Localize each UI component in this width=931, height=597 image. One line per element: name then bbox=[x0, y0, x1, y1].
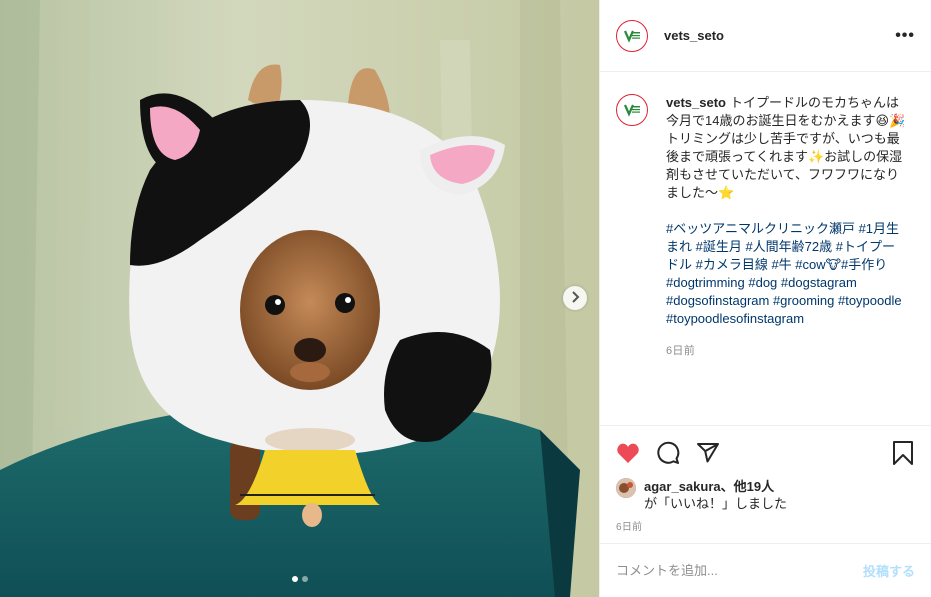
post-comment-button[interactable]: 投稿する bbox=[863, 561, 915, 580]
liker-avatar[interactable] bbox=[616, 478, 636, 498]
caption-area: vets_seto トイプードルのモカちゃんは今月で14歳のお誕生日をむかえます😆… bbox=[600, 72, 931, 425]
comment-input[interactable] bbox=[616, 563, 863, 578]
post-timestamp: 6日前 bbox=[616, 522, 643, 533]
caption-avatar[interactable] bbox=[616, 94, 648, 126]
author-avatar[interactable] bbox=[616, 19, 648, 52]
caption-username[interactable]: vets_seto bbox=[666, 95, 726, 110]
likes-others[interactable]: 、他19人 bbox=[721, 479, 774, 494]
liker-username[interactable]: agar_sakura bbox=[644, 479, 721, 494]
ellipsis-icon[interactable]: ••• bbox=[895, 27, 915, 45]
clinic-logo-icon bbox=[623, 103, 641, 117]
bookmark-icon[interactable] bbox=[891, 441, 915, 465]
likes-summary: agar_sakura、他19人 が「いいね！」しました bbox=[616, 478, 915, 512]
post-side-panel: vets_seto ••• vets_seto トイプードルのモカちゃんは今月で1… bbox=[599, 0, 931, 597]
next-slide-button[interactable] bbox=[563, 286, 587, 310]
hashtags[interactable]: #ベッツアニマルクリニック瀬戸 #1月生まれ #誕生月 #人間年齢72歳 #トイ… bbox=[666, 220, 907, 328]
chevron-right-icon bbox=[570, 290, 580, 306]
caption-text: トイプードルのモカちゃんは今月で14歳のお誕生日をむかえます😆🎉トリミングは少し… bbox=[666, 95, 906, 200]
paper-plane-icon[interactable] bbox=[696, 441, 720, 465]
heart-icon[interactable] bbox=[616, 441, 640, 465]
comment-icon[interactable] bbox=[656, 441, 680, 465]
caption-timestamp: 6日前 bbox=[666, 345, 696, 357]
clinic-logo-icon bbox=[623, 28, 641, 43]
post-media[interactable] bbox=[0, 0, 599, 597]
caption: vets_seto トイプードルのモカちゃんは今月で14歳のお誕生日をむかえます😆… bbox=[666, 94, 907, 425]
carousel-dot bbox=[291, 576, 298, 582]
post-header: vets_seto ••• bbox=[600, 0, 931, 72]
add-comment-bar: 投稿する bbox=[600, 543, 931, 597]
carousel-dot bbox=[301, 576, 308, 582]
post-photo bbox=[0, 0, 599, 597]
likes-suffix: が「いいね！」しました bbox=[644, 496, 788, 511]
author-username[interactable]: vets_seto bbox=[664, 28, 724, 43]
carousel-indicator bbox=[0, 576, 599, 582]
